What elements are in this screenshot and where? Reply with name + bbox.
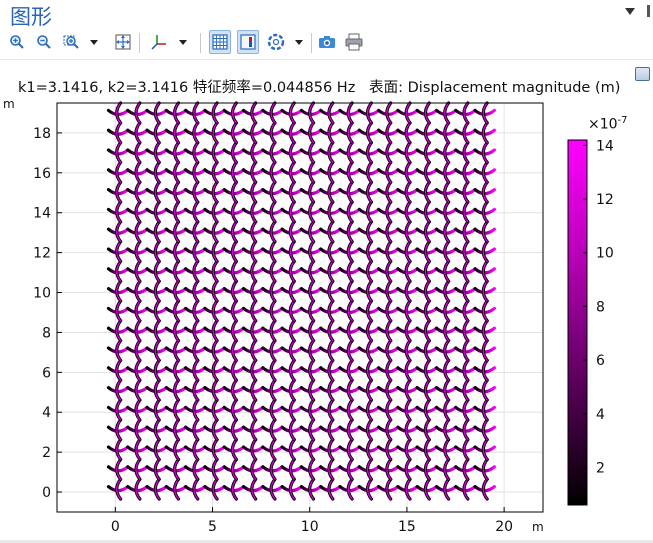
y-tick-label: 10: [33, 286, 51, 302]
y-tick-label: 16: [33, 166, 51, 182]
y-tick-label: 0: [42, 485, 51, 501]
colorbar-exponent: ×10-7: [588, 115, 628, 133]
surface-plot[interactable]: 0 5 10 15 20 0 2 4 6 8 10 12 14 16 18 2 4 6 8 10 12 14: [0, 0, 653, 543]
y-tick-label: 2: [42, 445, 51, 461]
y-tick-label: 6: [42, 365, 51, 381]
colorbar-tick-label: 14: [596, 138, 614, 154]
colorbar-exponent-base: ×10: [588, 116, 618, 133]
x-tick-label: 10: [301, 519, 319, 535]
y-tick-label: 4: [42, 405, 51, 421]
y-axis-unit: m: [3, 97, 15, 111]
colorbar-tick-label: 12: [596, 192, 614, 208]
colorbar: [567, 139, 588, 506]
x-axis-unit: m: [532, 520, 544, 534]
colorbar-tick-label: 6: [596, 353, 605, 369]
y-tick-label: 8: [42, 325, 51, 341]
x-tick-label: 0: [111, 519, 120, 535]
colorbar-tick-label: 8: [596, 299, 605, 315]
colorbar-tick-label: 10: [596, 246, 614, 262]
y-tick-label: 12: [33, 246, 51, 262]
colorbar-exponent-power: -7: [617, 115, 628, 126]
colorbar-tick-label: 4: [596, 407, 605, 423]
x-tick-label: 15: [398, 519, 416, 535]
x-tick-label: 5: [208, 519, 217, 535]
colorbar-tick-label: 2: [596, 460, 605, 476]
y-tick-label: 14: [33, 206, 51, 222]
x-tick-label: 20: [495, 519, 513, 535]
y-tick-label: 18: [33, 126, 51, 142]
